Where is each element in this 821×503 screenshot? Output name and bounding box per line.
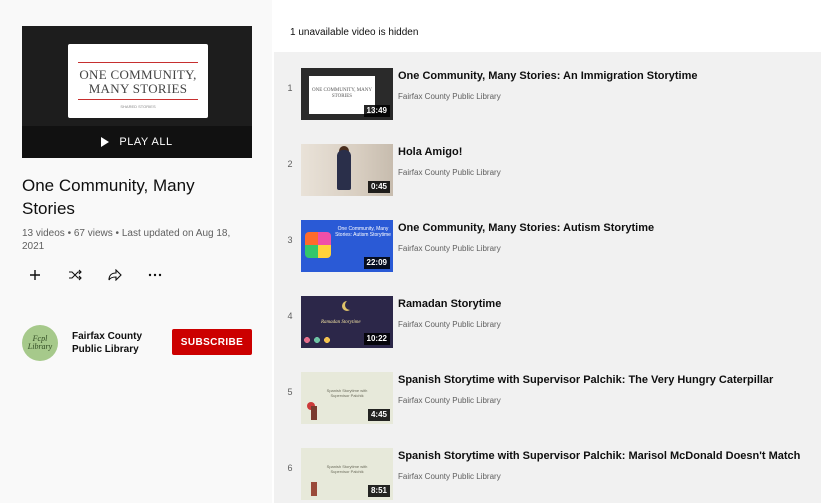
thumbnail-text: One Community, Many Stories: Autism Stor… [335,226,391,238]
caterpillar-illustration [311,406,317,420]
playlist-title: One Community, Many Stories [22,176,195,218]
thumbnail-figure [337,150,351,190]
video-duration: 8:51 [367,485,390,497]
thumbnail-image: ONE COMMUNITY, MANY STORIES SHARED STORI… [22,26,252,126]
play-all-button[interactable]: PLAY ALL [22,126,252,158]
list-item[interactable]: 5 Spanish Storytime with Supervisor Palc… [274,356,821,428]
thumbnail-text: ONE COMMUNITY, MANY STORIES [311,88,373,99]
video-duration: 0:45 [367,181,390,193]
more-icon[interactable] [148,268,162,282]
channel-name[interactable]: Fairfax County Public Library [72,330,152,356]
video-channel[interactable]: Fairfax County Public Library [398,92,501,101]
play-all-label: PLAY ALL [119,136,173,148]
crescent-moon-icon [345,300,355,310]
share-icon[interactable] [108,268,122,282]
video-duration: 13:49 [363,105,390,117]
video-index: 1 [287,83,293,93]
avatar[interactable]: Fcpl Library [22,325,58,361]
play-icon [101,137,110,147]
puzzle-icon [305,232,331,258]
playlist-meta: 13 videos • 67 views • Last updated on A… [22,228,231,252]
hidden-videos-note: 1 unavailable video is hidden [290,27,419,38]
thumbnail-illustration [311,482,317,496]
video-thumbnail[interactable]: One Community, Many Stories: Autism Stor… [301,220,393,272]
channel-info[interactable]: Fcpl Library Fairfax County Public Libra… [22,325,152,361]
flower-decoration [303,336,333,344]
thumbnail-rule-bottom [78,99,198,100]
video-title[interactable]: Hola Amigo! [398,146,462,158]
video-thumbnail[interactable]: Spanish Storytime with Supervisor Palchi… [301,372,393,424]
thumbnail-text: Spanish Storytime with Supervisor Palchi… [326,388,368,398]
video-title[interactable]: Spanish Storytime with Supervisor Palchi… [398,450,800,462]
playlist-sidebar: ONE COMMUNITY, MANY STORIES SHARED STORI… [0,0,272,503]
video-channel[interactable]: Fairfax County Public Library [398,396,501,405]
video-channel[interactable]: Fairfax County Public Library [398,244,501,253]
video-title[interactable]: One Community, Many Stories: An Immigrat… [398,70,697,82]
shuffle-icon[interactable] [68,268,82,282]
video-index: 5 [287,387,293,397]
thumbnail-rule-top [78,62,198,63]
video-thumbnail[interactable]: ONE COMMUNITY, MANY STORIES 13:49 [301,68,393,120]
playlist-video-list: 1 ONE COMMUNITY, MANY STORIES 13:49 One … [274,52,821,503]
playlist-thumbnail[interactable]: ONE COMMUNITY, MANY STORIES SHARED STORI… [22,26,252,158]
video-index: 6 [287,463,293,473]
thumbnail-title: ONE COMMUNITY, MANY STORIES [79,67,197,96]
video-thumbnail[interactable]: Ramadan Storytime 10:22 [301,296,393,348]
video-title[interactable]: Ramadan Storytime [398,298,501,310]
video-thumbnail[interactable]: 0:45 [301,144,393,196]
video-duration: 22:09 [363,257,390,269]
video-duration: 4:45 [367,409,390,421]
video-channel[interactable]: Fairfax County Public Library [398,168,501,177]
add-icon[interactable] [28,268,42,282]
list-item[interactable]: 6 Spanish Storytime with Supervisor Palc… [274,432,821,503]
thumbnail-text: Spanish Storytime with Supervisor Palchi… [326,464,368,474]
video-index: 3 [287,235,293,245]
video-channel[interactable]: Fairfax County Public Library [398,472,501,481]
avatar-text-bottom: Library [27,342,53,351]
video-thumbnail[interactable]: Spanish Storytime with Supervisor Palchi… [301,448,393,500]
thumbnail-text: Ramadan Storytime [321,320,361,325]
video-title[interactable]: Spanish Storytime with Supervisor Palchi… [398,374,773,386]
list-item[interactable]: 3 One Community, Many Stories: Autism St… [274,204,821,276]
list-item[interactable]: 1 ONE COMMUNITY, MANY STORIES 13:49 One … [274,52,821,124]
thumbnail-card: ONE COMMUNITY, MANY STORIES SHARED STORI… [68,44,208,118]
video-index: 2 [287,159,293,169]
playlist-actions [28,268,162,282]
thumbnail-tagline: SHARED STORIES [120,104,156,109]
video-index: 4 [287,311,293,321]
video-channel[interactable]: Fairfax County Public Library [398,320,501,329]
list-item[interactable]: 4 Ramadan Storytime 10:22 Ramadan Storyt… [274,280,821,352]
video-title[interactable]: One Community, Many Stories: Autism Stor… [398,222,654,234]
subscribe-button[interactable]: SUBSCRIBE [172,329,252,355]
video-duration: 10:22 [363,333,390,345]
list-item[interactable]: 2 0:45 Hola Amigo! Fairfax County Public… [274,128,821,200]
